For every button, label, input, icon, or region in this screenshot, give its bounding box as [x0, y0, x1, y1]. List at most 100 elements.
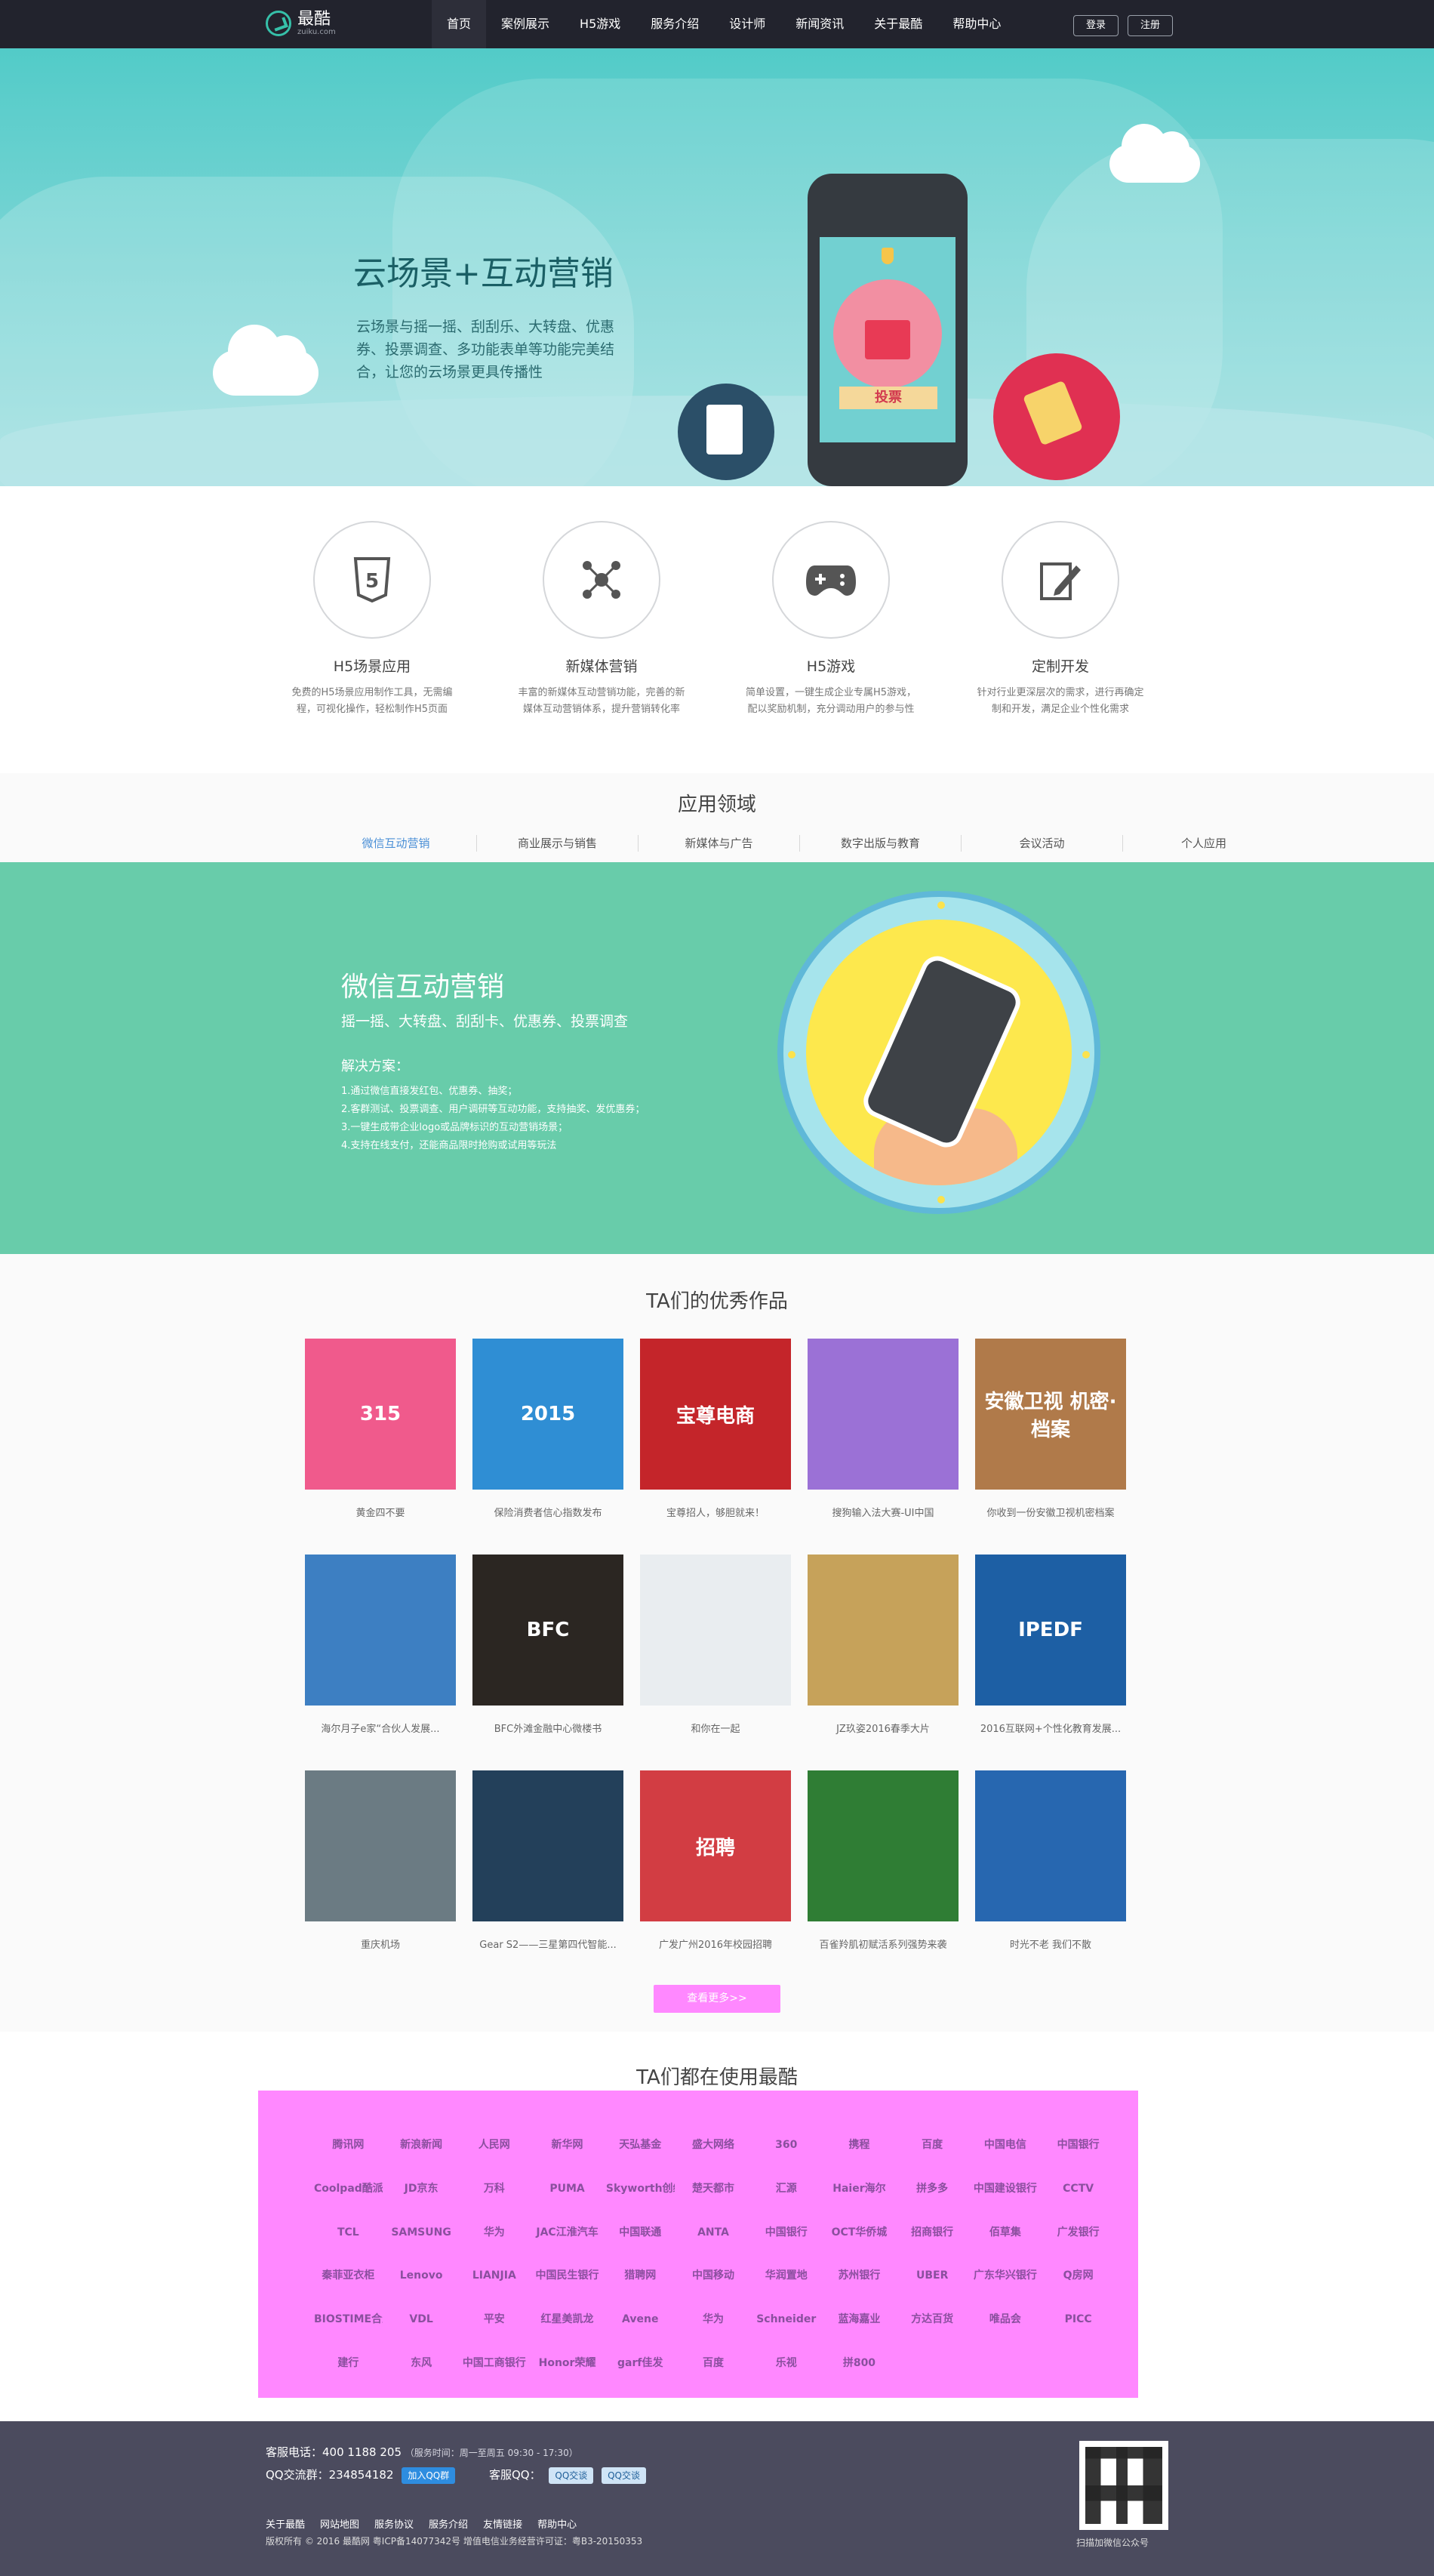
service-hours: （服务时间：周一至周五 09:30 - 17:30） — [405, 2448, 578, 2458]
wechat-qr-code — [1079, 2441, 1168, 2530]
portfolio-card[interactable]: 海尔月子e家“合伙人发展... — [305, 1555, 456, 1770]
nav-designers[interactable]: 设计师 — [714, 0, 780, 48]
portfolio-caption[interactable]: 时光不老 我们不散 — [975, 1937, 1126, 1951]
main-nav: 首页 案例展示 H5游戏 服务介绍 设计师 新闻资讯 关于最酷 帮助中心 — [432, 0, 1016, 48]
client-logo: Schneider — [756, 2313, 817, 2326]
portfolio-thumbnail[interactable] — [975, 1770, 1126, 1921]
application-tabs: 微信互动营销 商业展示与销售 新媒体与广告 数字出版与教育 会议活动 个人应用 — [315, 835, 1285, 852]
portfolio-card[interactable]: 2015 保险消费者信心指数发布 — [472, 1339, 623, 1555]
tab-events[interactable]: 会议活动 — [962, 835, 1123, 852]
tab-wechat-marketing[interactable]: 微信互动营销 — [315, 835, 477, 852]
portfolio-thumbnail[interactable] — [305, 1770, 456, 1921]
portfolio-caption[interactable]: 黄金四不要 — [305, 1505, 456, 1519]
tab-commerce[interactable]: 商业展示与销售 — [477, 835, 639, 852]
portfolio-thumbnail[interactable] — [808, 1770, 959, 1921]
portfolio-caption[interactable]: JZ玖姿2016春季大片 — [808, 1721, 959, 1735]
portfolio-card[interactable]: 招聘广发广州2016年校园招聘 — [640, 1770, 791, 1986]
client-logo: VDL — [409, 2313, 433, 2326]
portfolio-thumbnail[interactable]: 安徽卫视 机密·档案 — [975, 1339, 1126, 1490]
portfolio-card[interactable]: 安徽卫视 机密·档案你收到一份安徽卫视机密档案 — [975, 1339, 1126, 1555]
portfolio-caption[interactable]: 宝尊招人，够胆就来！ — [640, 1505, 791, 1519]
service-new-media[interactable]: 新媒体营销 丰富的新媒体互动营销功能，完善的新媒体互动营销体系，提升营销转化率 — [492, 521, 711, 718]
portfolio-caption[interactable]: 重庆机场 — [305, 1937, 456, 1951]
portfolio-card[interactable]: 重庆机场 — [305, 1770, 456, 1986]
nav-services[interactable]: 服务介绍 — [635, 0, 714, 48]
panel-title: 微信互动营销 — [341, 972, 505, 1003]
portfolio-card[interactable]: Gear S2——三星第四代智能... — [472, 1770, 623, 1986]
client-logo: 中国民生银行 — [535, 2269, 599, 2282]
footer-link-friends[interactable]: 友情链接 — [483, 2516, 522, 2531]
tab-new-media[interactable]: 新媒体与广告 — [639, 835, 800, 852]
portfolio-card[interactable]: 宝尊电商宝尊招人，够胆就来！ — [640, 1339, 791, 1555]
service-title: H5游戏 — [806, 658, 856, 675]
portfolio-thumbnail[interactable]: IPEDF — [975, 1555, 1126, 1706]
nav-help[interactable]: 帮助中心 — [937, 0, 1016, 48]
vote-illustration — [833, 279, 942, 388]
portfolio-thumbnail[interactable]: 招聘 — [640, 1770, 791, 1921]
list-item: 3.一键生成带企业logo或品牌标识的互动营销场景； — [341, 1122, 568, 1133]
portfolio-caption[interactable]: Gear S2——三星第四代智能... — [472, 1937, 623, 1951]
client-logo: Lenovo — [399, 2269, 443, 2282]
portfolio-thumbnail[interactable] — [640, 1555, 791, 1706]
qq-chat-button[interactable]: QQ交谈 — [602, 2467, 646, 2484]
service-h5-games[interactable]: H5游戏 简单设置，一键生成企业专属H5游戏，配以奖励机制，充分调动用户的参与性 — [722, 521, 940, 718]
portfolio-thumbnail[interactable]: BFC — [472, 1555, 623, 1706]
portfolio-card[interactable]: 315 黄金四不要 — [305, 1339, 456, 1555]
portfolio-thumbnail[interactable] — [305, 1555, 456, 1706]
thumbnail-text: 2015 — [520, 1403, 576, 1425]
portfolio-caption[interactable]: 2016互联网+个性化教育发展... — [975, 1721, 1126, 1735]
portfolio-card[interactable]: BFC BFC外滩金融中心微楼书 — [472, 1555, 623, 1770]
register-button[interactable]: 注册 — [1128, 15, 1173, 36]
portfolio-card[interactable]: 搜狗输入法大赛-UI中国 — [808, 1339, 959, 1555]
client-logo: Coolpad酷派 — [314, 2182, 383, 2195]
portfolio-thumbnail[interactable]: 宝尊电商 — [640, 1339, 791, 1490]
service-h5-scene[interactable]: 5 H5场景应用 免费的H5场景应用制作工具，无需编程，可视化操作，轻松制作H5… — [263, 521, 482, 718]
portfolio-caption[interactable]: 保险消费者信心指数发布 — [472, 1505, 623, 1519]
portfolio-caption[interactable]: BFC外滩金融中心微楼书 — [472, 1721, 623, 1735]
red-packet-icon — [993, 353, 1120, 480]
footer-link-terms[interactable]: 服务协议 — [374, 2516, 414, 2531]
footer-link-sitemap[interactable]: 网站地图 — [320, 2516, 359, 2531]
footer-link-services[interactable]: 服务介绍 — [429, 2516, 468, 2531]
portfolio-card[interactable]: 百雀羚肌初赋活系列强势来袭 — [808, 1770, 959, 1986]
site-logo[interactable]: 最酷 zuiku.com — [266, 11, 336, 36]
service-custom-dev[interactable]: 定制开发 针对行业更深层次的需求，进行再确定制和开发，满足企业个性化需求 — [951, 521, 1170, 718]
thumbnail-text: IPEDF — [1018, 1619, 1083, 1641]
portfolio-thumbnail[interactable] — [808, 1555, 959, 1706]
gamepad-icon — [772, 521, 890, 639]
client-logo: Avene — [622, 2313, 659, 2326]
portfolio-caption[interactable]: 广发广州2016年校园招聘 — [640, 1937, 791, 1951]
tab-publishing[interactable]: 数字出版与教育 — [800, 835, 962, 852]
list-item: 2.客群测试、投票调查、用户调研等互动功能，支持抽奖、发优惠券； — [341, 1104, 645, 1115]
portfolio-caption[interactable]: 百雀羚肌初赋活系列强势来袭 — [808, 1937, 959, 1951]
logo-icon — [266, 11, 291, 36]
nav-news[interactable]: 新闻资讯 — [780, 0, 859, 48]
tab-personal[interactable]: 个人应用 — [1123, 835, 1285, 852]
nav-about[interactable]: 关于最酷 — [859, 0, 937, 48]
phone-label: 客服电话： — [266, 2445, 323, 2459]
nav-h5-games[interactable]: H5游戏 — [565, 0, 635, 48]
nav-cases[interactable]: 案例展示 — [486, 0, 565, 48]
client-logo: ANTA — [697, 2226, 729, 2239]
portfolio-caption[interactable]: 你收到一份安徽卫视机密档案 — [975, 1505, 1126, 1519]
login-button[interactable]: 登录 — [1073, 15, 1119, 36]
portfolio-thumbnail[interactable]: 315 — [305, 1339, 456, 1490]
portfolio-card[interactable]: 时光不老 我们不散 — [975, 1770, 1126, 1986]
portfolio-caption[interactable]: 搜狗输入法大赛-UI中国 — [808, 1505, 959, 1519]
footer-link-help[interactable]: 帮助中心 — [537, 2516, 577, 2531]
portfolio-caption[interactable]: 海尔月子e家“合伙人发展... — [305, 1721, 456, 1735]
portfolio-thumbnail[interactable]: 2015 — [472, 1339, 623, 1490]
portfolio-card[interactable]: IPEDF 2016互联网+个性化教育发展... — [975, 1555, 1126, 1770]
view-more-button[interactable]: 查看更多>> — [654, 1985, 780, 2013]
join-qq-group-button[interactable]: 加入QQ群 — [402, 2467, 456, 2484]
footer-link-about[interactable]: 关于最酷 — [266, 2516, 305, 2531]
portfolio-thumbnail[interactable] — [472, 1770, 623, 1921]
qq-chat-button[interactable]: QQ交谈 — [549, 2467, 594, 2484]
portfolio-thumbnail[interactable] — [808, 1339, 959, 1490]
portfolio-card[interactable]: 和你在一起 — [640, 1555, 791, 1770]
client-logo: JD京东 — [404, 2182, 439, 2195]
svg-text:5: 5 — [365, 570, 379, 593]
portfolio-caption[interactable]: 和你在一起 — [640, 1721, 791, 1735]
portfolio-card[interactable]: JZ玖姿2016春季大片 — [808, 1555, 959, 1770]
nav-home[interactable]: 首页 — [432, 0, 487, 48]
